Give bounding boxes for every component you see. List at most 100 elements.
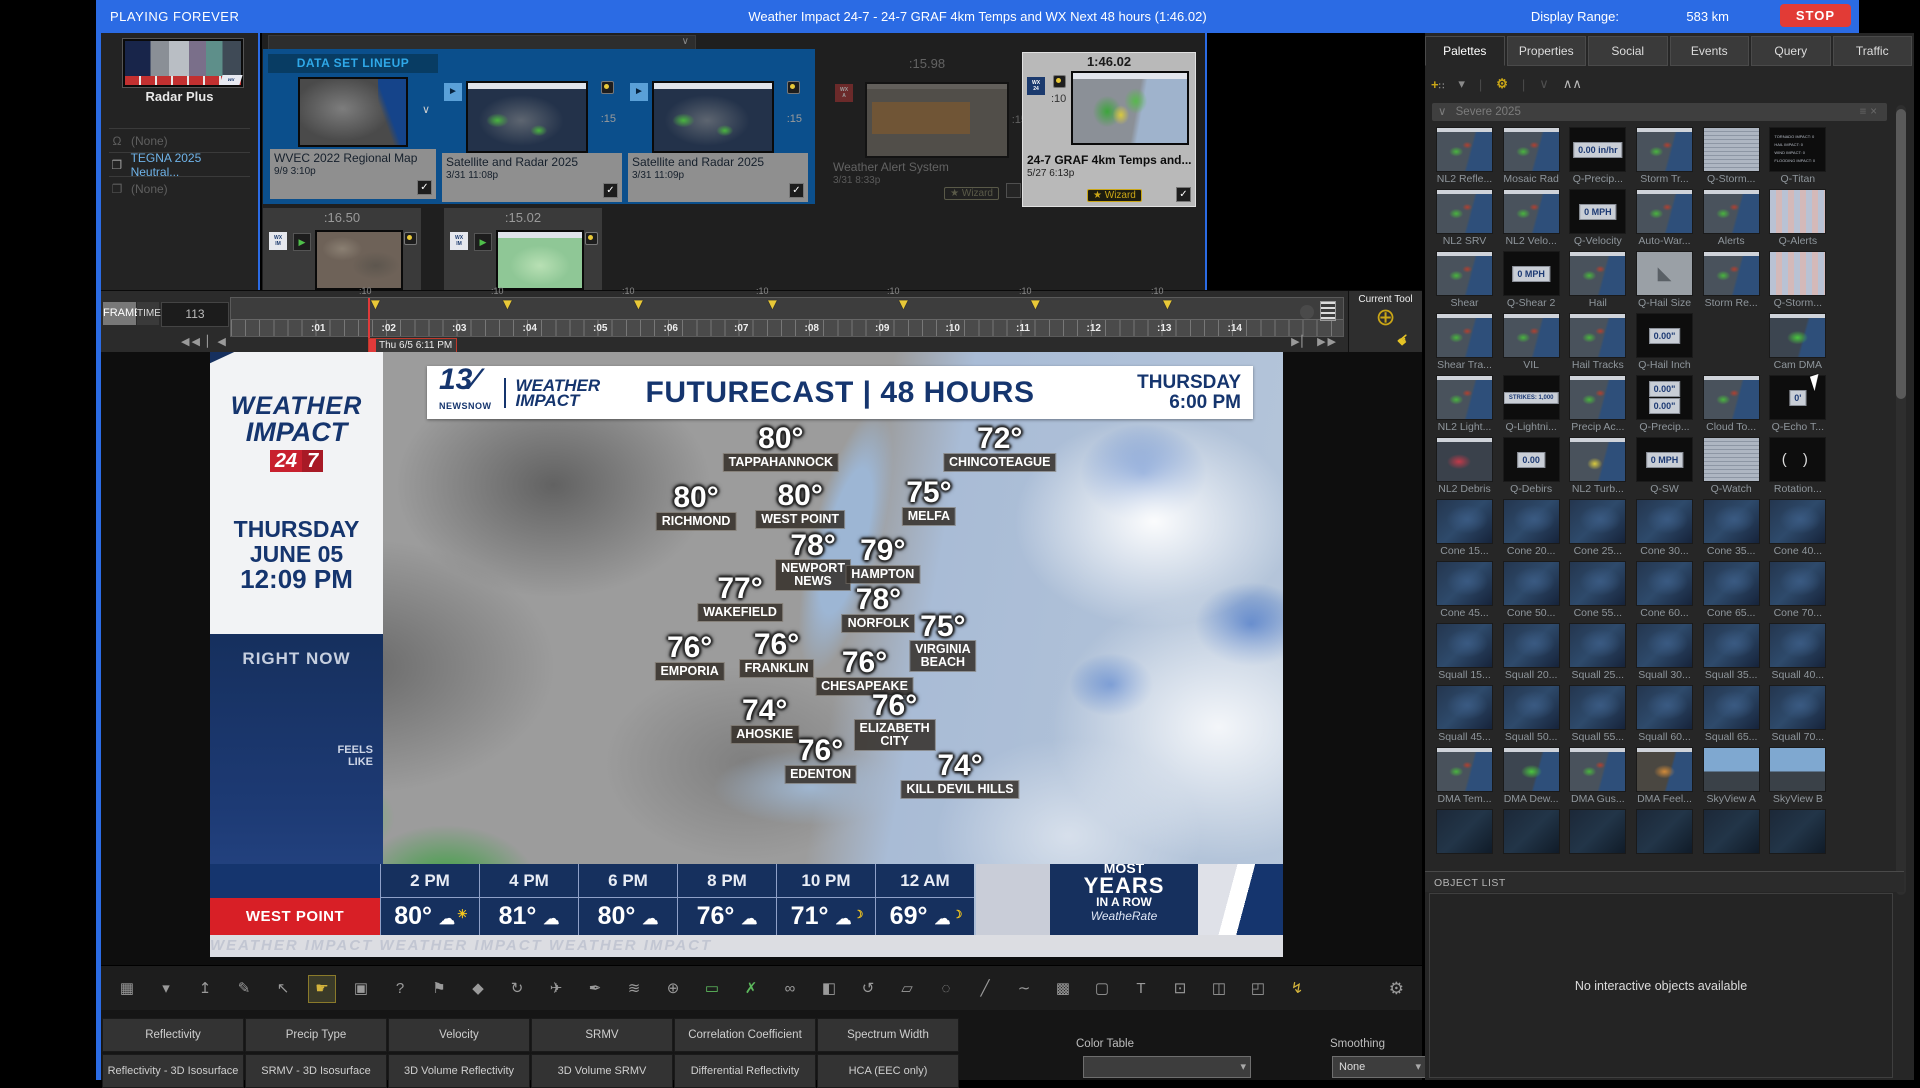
- palette-item[interactable]: Q-Storm...: [1769, 251, 1826, 309]
- palette-item[interactable]: Squall 25...: [1569, 623, 1626, 681]
- palette-thumbnail[interactable]: ◣: [1636, 251, 1693, 296]
- palette-item[interactable]: Hail: [1569, 251, 1626, 309]
- dataset-card[interactable]: :15.02 WXIM ▶: [444, 208, 602, 290]
- section-menu-icon[interactable]: ≡: [1860, 106, 1871, 118]
- palette-item[interactable]: Shear: [1436, 251, 1493, 309]
- palette-thumbnail[interactable]: [1503, 561, 1560, 606]
- dataset-thumbnail[interactable]: [652, 81, 774, 153]
- stop-button[interactable]: STOP: [1780, 4, 1851, 27]
- palette-item[interactable]: Cone 35...: [1703, 499, 1760, 557]
- dataset-card[interactable]: ► :15 Satellite and Radar 2025 3/31 11:0…: [628, 61, 808, 202]
- dataset-card[interactable]: :15.98 WXA :15 Weather Alert System 3/31…: [829, 56, 1025, 202]
- export-icon[interactable]: ↥: [192, 976, 218, 1002]
- globe-icon[interactable]: ⊕: [660, 976, 686, 1002]
- palette-thumbnail[interactable]: STRIKES: 1,000: [1503, 375, 1560, 420]
- palette-item[interactable]: NL2 Turb...: [1569, 437, 1626, 495]
- palette-item[interactable]: 0 MPHQ-SW: [1636, 437, 1693, 495]
- palette-item[interactable]: Alerts: [1703, 189, 1760, 247]
- product-button[interactable]: SRMV: [531, 1018, 673, 1052]
- palette-thumbnail[interactable]: 0.00: [1503, 437, 1560, 482]
- palette-thumbnail[interactable]: 0 MPH: [1636, 437, 1693, 482]
- palette-thumbnail[interactable]: [1636, 685, 1693, 730]
- palette-item[interactable]: Squall 40...: [1769, 623, 1826, 681]
- product-button[interactable]: Precip Type: [245, 1018, 387, 1052]
- product-button[interactable]: 3D Volume Reflectivity: [388, 1054, 530, 1088]
- text-tool-icon[interactable]: T: [1128, 976, 1154, 1002]
- palette-item[interactable]: 0 MPHQ-Shear 2: [1503, 251, 1560, 309]
- palette-thumbnail[interactable]: [1569, 499, 1626, 544]
- hand-tool-icon[interactable]: ☛: [309, 976, 335, 1002]
- link-icon[interactable]: ∞: [777, 976, 803, 1002]
- green-x-icon[interactable]: ✗: [738, 976, 764, 1002]
- palette-thumbnail[interactable]: [1703, 375, 1760, 420]
- fill-icon[interactable]: ◧: [816, 976, 842, 1002]
- palette-thumbnail[interactable]: [1569, 685, 1626, 730]
- palette-thumbnail[interactable]: [1436, 809, 1493, 854]
- color-table-dropdown[interactable]: ▾: [1083, 1056, 1251, 1078]
- palette-item[interactable]: Storm Tr...: [1636, 127, 1693, 185]
- show-slot-item[interactable]: Ω(None): [109, 128, 250, 153]
- palette-item[interactable]: NL2 Velo...: [1503, 189, 1560, 247]
- palette-thumbnail[interactable]: [1769, 747, 1826, 792]
- palette-thumbnail[interactable]: [1703, 127, 1760, 172]
- timeline-list-icon[interactable]: [1320, 301, 1336, 321]
- palette-thumbnail[interactable]: TORNADO IMPACT: 0HAIL IMPACT: 0WIND IMPA…: [1769, 127, 1826, 172]
- palette-thumbnail[interactable]: [1503, 499, 1560, 544]
- palette-item[interactable]: Cone 20...: [1503, 499, 1560, 557]
- palette-item[interactable]: STRIKES: 1,000Q-Lightni...: [1503, 375, 1560, 433]
- pen-icon[interactable]: ✒: [582, 976, 608, 1002]
- select-cursor-icon[interactable]: ↖: [270, 976, 296, 1002]
- palette-item[interactable]: DMA Tem...: [1436, 747, 1493, 805]
- add-palette-icon[interactable]: +∷: [1431, 77, 1444, 92]
- palette-item[interactable]: VIL: [1503, 313, 1560, 371]
- palette-thumbnail[interactable]: [1569, 251, 1626, 296]
- palette-item[interactable]: Cloud To...: [1703, 375, 1760, 433]
- dataset-checkbox[interactable]: ✓: [603, 183, 618, 198]
- palette-thumbnail[interactable]: [1436, 437, 1493, 482]
- palette-item[interactable]: Squall 45...: [1436, 685, 1493, 743]
- lightning-icon[interactable]: ↯: [1284, 976, 1310, 1002]
- palette-item[interactable]: Cone 50...: [1503, 561, 1560, 619]
- palette-item[interactable]: Precip Ac...: [1569, 375, 1626, 433]
- palette-thumbnail[interactable]: [1769, 623, 1826, 668]
- palette-item[interactable]: Shear Tra...: [1436, 313, 1493, 371]
- palette-item[interactable]: DMA Feel...: [1636, 747, 1693, 805]
- palette-item[interactable]: Cone 30...: [1636, 499, 1693, 557]
- show-thumbnail[interactable]: wx: [123, 39, 243, 87]
- palette-thumbnail[interactable]: [1436, 189, 1493, 234]
- palette-thumbnail[interactable]: [1769, 251, 1826, 296]
- palette-thumbnail[interactable]: [1703, 623, 1760, 668]
- dataset-thumbnail[interactable]: [466, 81, 588, 153]
- product-button[interactable]: Correlation Coefficient: [674, 1018, 816, 1052]
- palette-thumbnail[interactable]: [1703, 499, 1760, 544]
- image-icon[interactable]: ▩: [1050, 976, 1076, 1002]
- palette-thumbnail[interactable]: ( ): [1769, 437, 1826, 482]
- save-caret-icon[interactable]: ▾: [153, 976, 179, 1002]
- palette-item[interactable]: Squall 60...: [1636, 685, 1693, 743]
- palette-thumbnail[interactable]: [1503, 809, 1560, 854]
- palette-item[interactable]: Squall 30...: [1636, 623, 1693, 681]
- palette-thumbnail[interactable]: [1503, 623, 1560, 668]
- product-button[interactable]: Velocity: [388, 1018, 530, 1052]
- cube-icon[interactable]: ◰: [1245, 976, 1271, 1002]
- timeline-ruler[interactable]: :01:02:03:04:05:06:07:08:09:10:11:12:13:…: [230, 297, 1344, 337]
- palette-item[interactable]: 0.00Q-Debirs: [1503, 437, 1560, 495]
- palette-item[interactable]: DMA Gus...: [1569, 747, 1626, 805]
- palette-item[interactable]: NL2 SRV: [1436, 189, 1493, 247]
- palette-thumbnail[interactable]: [1769, 313, 1826, 358]
- dataset-checkbox[interactable]: ✓: [789, 183, 804, 198]
- palette-item[interactable]: [1769, 809, 1826, 855]
- palette-thumbnail[interactable]: [1503, 189, 1560, 234]
- lasso-icon[interactable]: ◌: [933, 976, 959, 1002]
- palette-item[interactable]: Squall 70...: [1769, 685, 1826, 743]
- show-slot-item[interactable]: ❐(None): [109, 176, 250, 201]
- palette-item[interactable]: ( )Rotation...: [1769, 437, 1826, 495]
- time-mode-button[interactable]: TIME: [137, 302, 159, 325]
- palette-thumbnail[interactable]: [1436, 251, 1493, 296]
- palette-thumbnail[interactable]: [1703, 561, 1760, 606]
- product-button[interactable]: Spectrum Width: [817, 1018, 959, 1052]
- palette-item[interactable]: ◣Q-Hail Size: [1636, 251, 1693, 309]
- palette-thumbnail[interactable]: [1703, 685, 1760, 730]
- shield-icon[interactable]: ◆: [465, 976, 491, 1002]
- dataset-thumbnail[interactable]: [315, 230, 403, 290]
